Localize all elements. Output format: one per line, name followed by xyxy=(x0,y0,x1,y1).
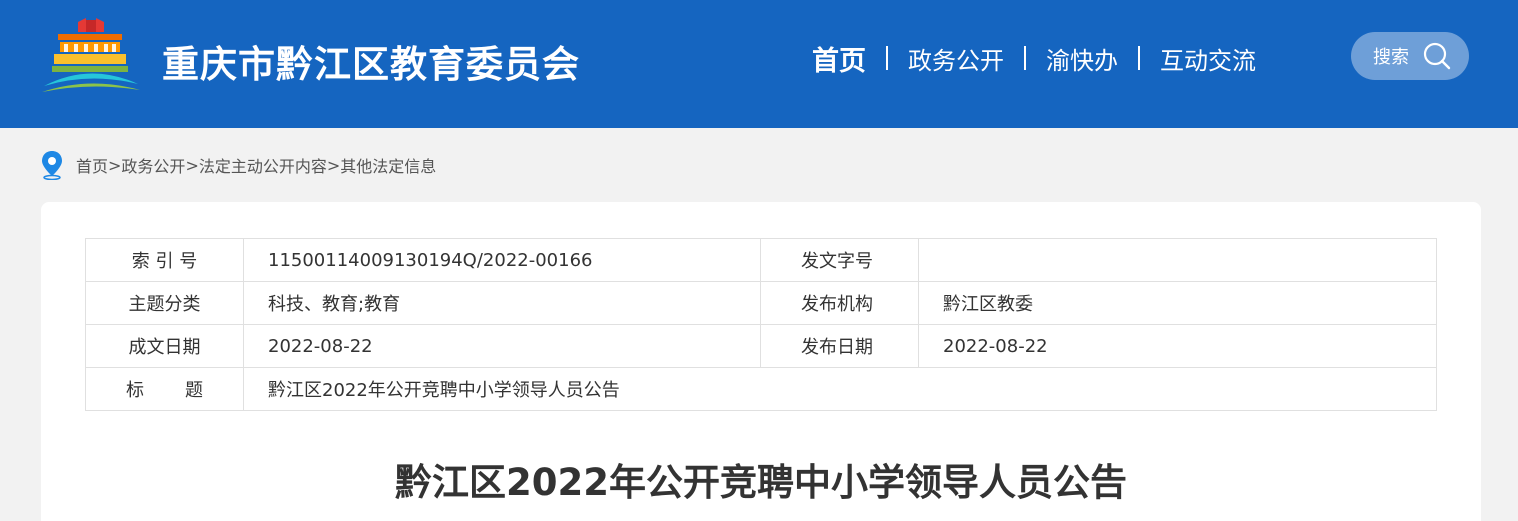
breadcrumb-government-affairs[interactable]: 政务公开 xyxy=(121,153,185,177)
location-pin-icon xyxy=(42,151,62,180)
breadcrumb-other-info[interactable]: 其他法定信息 xyxy=(340,153,436,177)
nav-divider xyxy=(1024,46,1026,70)
search-button[interactable]: 搜索 xyxy=(1351,32,1469,80)
table-row: 主题分类 科技、教育;教育 发布机构 黔江区教委 xyxy=(85,281,1437,325)
content-panel: 索 引 号 11500114009130194Q/2022-00166 发文字号… xyxy=(41,202,1481,521)
site-header: 重庆市黔江区教育委员会 首页 政务公开 渝快办 互动交流 搜索 xyxy=(0,0,1518,128)
topic-label: 主题分类 xyxy=(85,281,244,325)
nav-item-interaction[interactable]: 互动交流 xyxy=(1160,41,1256,76)
breadcrumb-separator: > xyxy=(326,155,341,175)
nav-item-yukuaiban[interactable]: 渝快办 xyxy=(1046,41,1118,76)
publisher-value: 黔江区教委 xyxy=(918,281,1437,325)
site-title[interactable]: 重庆市黔江区教育委员会 xyxy=(162,34,580,88)
nav-divider xyxy=(1138,46,1140,70)
breadcrumb-statutory-content[interactable]: 法定主动公开内容 xyxy=(199,153,327,177)
title-label-char: 题 xyxy=(185,380,203,401)
search-label: 搜索 xyxy=(1373,47,1409,68)
search-icon xyxy=(1423,42,1451,70)
publisher-label: 发布机构 xyxy=(760,281,919,325)
breadcrumb-separator: > xyxy=(108,155,122,175)
title-label: 标 题 xyxy=(85,367,244,411)
table-row: 成文日期 2022-08-22 发布日期 2022-08-22 xyxy=(85,324,1437,368)
topic-value: 科技、教育;教育 xyxy=(243,281,761,325)
nav-divider xyxy=(886,46,888,70)
nav-item-home[interactable]: 首页 xyxy=(812,39,866,78)
index-no-value: 11500114009130194Q/2022-00166 xyxy=(243,238,761,282)
main-nav: 首页 政务公开 渝快办 互动交流 xyxy=(812,38,1256,78)
breadcrumb: 首页 > 政务公开 > 法定主动公开内容 > 其他法定信息 xyxy=(40,150,436,180)
document-info-table: 索 引 号 11500114009130194Q/2022-00166 发文字号… xyxy=(85,238,1437,411)
breadcrumb-separator: > xyxy=(185,155,199,175)
doc-no-value xyxy=(918,238,1437,282)
article-title: 黔江区2022年公开竞聘中小学领导人员公告 xyxy=(395,461,1127,504)
title-label-char: 标 xyxy=(126,380,144,401)
written-date-label: 成文日期 xyxy=(85,324,244,368)
doc-no-label: 发文字号 xyxy=(760,238,919,282)
publish-date-label: 发布日期 xyxy=(760,324,919,368)
written-date-value: 2022-08-22 xyxy=(243,324,761,368)
index-no-label: 索 引 号 xyxy=(85,238,244,282)
breadcrumb-home[interactable]: 首页 xyxy=(76,153,108,177)
table-row: 索 引 号 11500114009130194Q/2022-00166 发文字号 xyxy=(85,238,1437,282)
title-value: 黔江区2022年公开竞聘中小学领导人员公告 xyxy=(243,367,1437,411)
table-row: 标 题 黔江区2022年公开竞聘中小学领导人员公告 xyxy=(85,367,1437,411)
publish-date-value: 2022-08-22 xyxy=(918,324,1437,368)
building-logo-icon[interactable] xyxy=(40,18,140,94)
nav-item-government-affairs[interactable]: 政务公开 xyxy=(908,41,1004,76)
